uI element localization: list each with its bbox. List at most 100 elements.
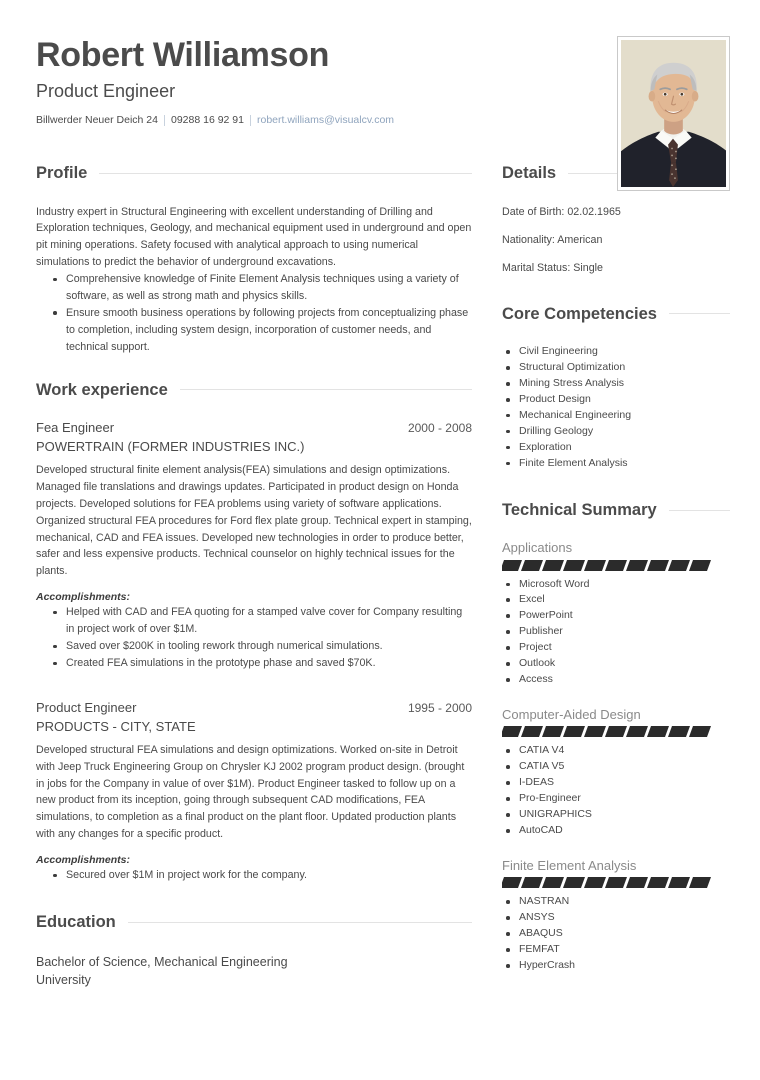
contact-phone: 09288 16 92 91 (170, 114, 244, 127)
core-competencies-list: Civil Engineering Structural Optimizatio… (502, 344, 730, 472)
list-item: FEMFAT (502, 942, 730, 958)
list-item: Ensure smooth business operations by fol… (53, 305, 472, 356)
skill-group-label: Computer-Aided Design (502, 707, 641, 723)
list-item: Mechanical Engineering (502, 408, 730, 424)
core-competencies-heading-row: Core Competencies (502, 306, 730, 323)
list-item: Created FEA simulations in the prototype… (53, 655, 472, 672)
list-item: ABAQUS (502, 926, 730, 942)
skill-bar-segment (583, 559, 607, 571)
skill-bar-segment (583, 877, 607, 889)
detail-date-of-birth: Date of Birth: 02.02.1965 (502, 205, 621, 218)
heading-rule (127, 921, 472, 923)
skill-bar-segment (688, 726, 712, 738)
list-item: HyperCrash (502, 958, 730, 974)
section-technical-summary: Technical Summary Applications Microsoft… (502, 502, 730, 974)
profile-paragraph: Industry expert in Structural Engineerin… (36, 205, 472, 269)
list-item: Microsoft Word (502, 577, 730, 593)
job-role: Product Engineer (36, 699, 137, 715)
job-company: POWERTRAIN (FORMER INDUSTRIES INC.) (36, 439, 305, 455)
skill-bar-segment (604, 726, 628, 738)
accomplishments-label: Accomplishments: (36, 854, 130, 867)
skill-bar-segment (688, 559, 712, 571)
skill-bar-segment (646, 726, 670, 738)
technical-summary-heading: Technical Summary (502, 500, 657, 519)
work-entry-header: Product Engineer 1995 - 2000 (36, 700, 472, 717)
avatar (617, 36, 730, 191)
skill-bar-segment (688, 877, 712, 889)
skill-items-list: Microsoft Word Excel PowerPoint Publishe… (502, 577, 730, 689)
skill-bar-segment (646, 877, 670, 889)
list-item: Pro-Engineer (502, 791, 730, 807)
skill-level-bar (502, 877, 730, 889)
job-role: Fea Engineer (36, 420, 115, 436)
list-item: AutoCAD (502, 823, 730, 839)
skill-group-applications: Applications Microsoft Word Excel PowerP… (502, 540, 730, 688)
list-item: I-DEAS (502, 775, 730, 791)
contact-separator (163, 115, 165, 127)
core-competencies-heading: Core Competencies (502, 304, 657, 323)
skill-bar-segment (541, 726, 565, 738)
section-education: Education Bachelor of Science, Mechanica… (36, 914, 472, 989)
skill-group-label: Finite Element Analysis (502, 858, 637, 874)
skill-group-label: Applications (502, 540, 573, 556)
right-column: Details Date of Birth: 02.02.1965 Nation… (502, 165, 730, 1015)
list-item: Excel (502, 592, 730, 608)
skill-bar-segment (541, 877, 565, 889)
job-accomplishments: Helped with CAD and FEA quoting for a st… (36, 604, 472, 672)
section-work-experience: Work experience Fea Engineer 2000 - 2008… (36, 382, 472, 884)
section-core-competencies: Core Competencies Civil Engineering Stru… (502, 306, 730, 472)
list-item: Secured over $1M in project work for the… (53, 867, 472, 884)
profile-bullets: Comprehensive knowledge of Finite Elemen… (36, 271, 472, 356)
job-company: PRODUCTS - CITY, STATE (36, 718, 196, 734)
skill-bar-segment (625, 559, 649, 571)
skill-bar-segment (625, 877, 649, 889)
section-profile: Profile Industry expert in Structural En… (36, 165, 472, 356)
skill-bar-segment (541, 559, 565, 571)
skill-bar-segment (502, 877, 523, 889)
resume-header: Robert Williamson Product Engineer Billw… (0, 0, 760, 191)
job-description: Developed structural FEA simulations and… (36, 743, 465, 841)
skill-group-computer-aided-design: Computer-Aided Design CATIA V4 CATIA V5 … (502, 707, 730, 839)
list-item: CATIA V5 (502, 759, 730, 775)
skill-bar-segment (583, 726, 607, 738)
detail-marital-status: Marital Status: Single (502, 261, 603, 274)
heading-rule (668, 509, 730, 511)
profile-heading: Profile (36, 164, 88, 182)
skill-items-list: NASTRAN ANSYS ABAQUS FEMFAT HyperCrash (502, 894, 730, 974)
job-accomplishments: Secured over $1M in project work for the… (36, 867, 472, 884)
education-heading-row: Education (36, 914, 472, 931)
work-entry: Product Engineer 1995 - 2000 PRODUCTS - … (36, 700, 472, 884)
heading-rule (99, 172, 472, 174)
work-experience-heading: Work experience (36, 380, 168, 399)
list-item: UNIGRAPHICS (502, 807, 730, 823)
heading-rule (668, 313, 730, 315)
technical-summary-heading-row: Technical Summary (502, 502, 730, 519)
skill-bar-segment (604, 559, 628, 571)
list-item: Mining Stress Analysis (502, 376, 730, 392)
education-school: University (36, 972, 91, 987)
list-item: Comprehensive knowledge of Finite Elemen… (53, 271, 472, 305)
left-column: Profile Industry expert in Structural En… (36, 165, 502, 1015)
list-item: CATIA V4 (502, 743, 730, 759)
list-item: Structural Optimization (502, 360, 730, 376)
work-entry: Fea Engineer 2000 - 2008 POWERTRAIN (FOR… (36, 420, 472, 672)
skill-bar-segment (502, 726, 523, 738)
skill-level-bar (502, 726, 730, 738)
list-item: NASTRAN (502, 894, 730, 910)
list-item: Project (502, 640, 730, 656)
skill-bar-segment (646, 559, 670, 571)
contact-address: Billwerder Neuer Deich 24 (36, 114, 158, 127)
detail-nationality: Nationality: American (502, 233, 603, 246)
education-entry: Bachelor of Science, Mechanical Engineer… (36, 953, 472, 989)
work-entry-header: Fea Engineer 2000 - 2008 (36, 420, 472, 437)
list-item: Product Design (502, 392, 730, 408)
list-item: Finite Element Analysis (502, 456, 730, 472)
details-heading: Details (502, 164, 557, 182)
list-item: Publisher (502, 624, 730, 640)
skill-bar-segment (562, 877, 586, 889)
contact-email[interactable]: robert.williams@visualcv.com (257, 114, 394, 127)
skill-items-list: CATIA V4 CATIA V5 I-DEAS Pro-Engineer UN… (502, 743, 730, 839)
profile-heading-row: Profile (36, 165, 472, 182)
resume-body: Profile Industry expert in Structural En… (0, 165, 760, 1015)
education-degree: Bachelor of Science, Mechanical Engineer… (36, 954, 288, 969)
